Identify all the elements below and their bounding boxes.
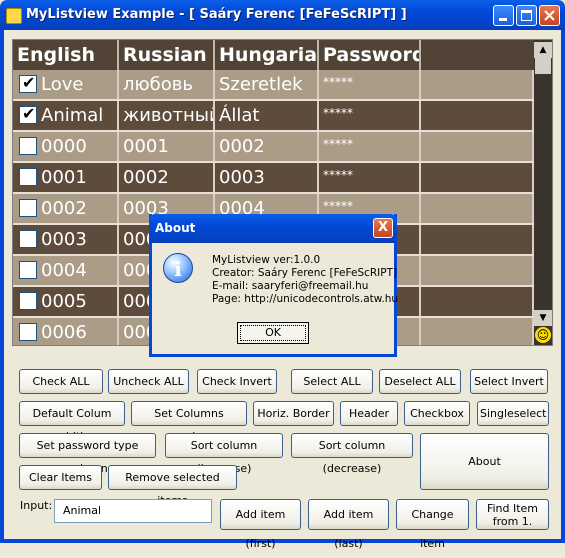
cell-russian: любовь	[119, 70, 215, 99]
app-icon	[6, 8, 22, 24]
deselect-all-button[interactable]: Deselect ALL	[379, 369, 461, 394]
window-titlebar[interactable]: MyListview Example - [ Saáry Ferenc [FeF…	[0, 0, 565, 30]
check-all-button[interactable]: Check ALL	[19, 369, 103, 394]
table-row[interactable]: 0000 0001 0002 *****	[13, 132, 534, 163]
clear-items-button[interactable]: Clear Items	[19, 465, 102, 490]
find-item-label-line2: from 1.	[492, 515, 533, 528]
about-page: Page: http://unicodecontrols.atw.hu	[212, 293, 399, 305]
about-dialog-titlebar[interactable]: About X	[149, 214, 397, 243]
sort-column-increase-button[interactable]: Sort column (increase)	[165, 433, 283, 475]
input-label: Input:	[20, 499, 53, 512]
cell-empty	[421, 163, 534, 192]
table-row[interactable]: Animal ✔ животный Állat *****	[13, 101, 534, 132]
cell-hungarian: Szeretlek	[215, 70, 319, 99]
column-header-hungarian[interactable]: Hungarian	[215, 40, 319, 70]
maximize-button[interactable]	[516, 5, 537, 26]
row-checkbox[interactable]	[19, 168, 37, 186]
singleselect-button[interactable]: Singleselect	[477, 401, 549, 426]
add-item-last-button[interactable]: Add item (last)	[308, 499, 389, 550]
column-header-password[interactable]: Password	[319, 40, 421, 70]
uncheck-all-button[interactable]: Uncheck ALL	[108, 369, 189, 394]
select-invert-button[interactable]: Select Invert	[470, 369, 548, 394]
remove-selected-items-button[interactable]: Remove selected items	[108, 465, 237, 507]
scroll-thumb[interactable]	[535, 58, 551, 74]
close-button[interactable]	[539, 5, 560, 26]
cell-russian: 0001	[119, 132, 215, 161]
row-checkbox[interactable]	[19, 323, 37, 341]
row-checkbox[interactable]: ✔	[19, 73, 37, 93]
row-checkbox[interactable]	[19, 292, 37, 310]
ok-button[interactable]: OK	[237, 322, 309, 344]
row-checkbox[interactable]	[19, 261, 37, 279]
checkmark-icon: ✔	[22, 104, 36, 123]
cell-empty	[421, 287, 534, 316]
cell-hungarian: 0002	[215, 132, 319, 161]
cell-empty	[421, 318, 534, 345]
column-header-russian[interactable]: Russian	[119, 40, 215, 70]
window-title: MyListview Example - [ Saáry Ferenc [FeF…	[26, 7, 407, 22]
row-checkbox[interactable]	[19, 137, 37, 155]
cell-empty	[421, 225, 534, 254]
focus-rect	[240, 325, 306, 341]
input-field[interactable]: Animal	[54, 499, 212, 523]
cell-hungarian: 0003	[215, 163, 319, 192]
about-button[interactable]: About	[420, 433, 549, 490]
set-password-type-column-button[interactable]: Set password type column	[19, 433, 156, 475]
select-all-button[interactable]: Select ALL	[291, 369, 373, 394]
cell-empty	[421, 256, 534, 285]
checkmark-icon: ✔	[22, 73, 36, 92]
cell-password: *****	[319, 70, 421, 99]
column-header-english[interactable]: English	[13, 40, 119, 70]
about-dialog-title: About	[155, 221, 196, 235]
info-icon: i	[163, 253, 193, 283]
close-icon	[544, 10, 555, 21]
cell-hungarian: Állat	[215, 101, 319, 130]
find-item-label-line1: Find Item	[486, 502, 539, 515]
horiz-border-button[interactable]: Horiz. Border	[253, 401, 334, 426]
scroll-down-button[interactable]: ▼	[534, 310, 552, 326]
add-item-first-button[interactable]: Add item (first)	[220, 499, 301, 550]
default-column-width-button[interactable]: Default Colum width	[19, 401, 125, 443]
cell-empty	[421, 132, 534, 161]
sort-column-decrease-button[interactable]: Sort column (decrease)	[291, 433, 413, 475]
set-columns-number-button[interactable]: Set Columns number	[131, 401, 247, 443]
minimize-button[interactable]	[493, 5, 514, 26]
row-checkbox[interactable]	[19, 199, 37, 217]
scroll-up-button[interactable]: ▲	[534, 42, 552, 58]
table-row[interactable]: 0001 0002 0003 *****	[13, 163, 534, 194]
cell-empty	[421, 101, 534, 130]
smiley-icon: ☺	[535, 327, 551, 343]
cell-password: *****	[319, 101, 421, 130]
listview-header: English Russian Hungarian Password	[13, 40, 534, 70]
cell-russian: 0002	[119, 163, 215, 192]
row-checkbox[interactable]: ✔	[19, 104, 37, 124]
vertical-scrollbar[interactable]: ▲ ▼ ☺	[534, 40, 552, 345]
cell-password: *****	[319, 163, 421, 192]
about-dialog-close-button[interactable]: X	[373, 218, 393, 238]
change-item-button[interactable]: Change item	[396, 499, 469, 550]
cell-empty	[421, 194, 534, 223]
cell-password: *****	[319, 132, 421, 161]
find-item-button[interactable]: Find Item from 1.	[476, 499, 549, 530]
row-checkbox[interactable]	[19, 230, 37, 248]
table-row[interactable]: Love ✔ любовь Szeretlek *****	[13, 70, 534, 101]
about-version: MyListview ver:1.0.0	[212, 254, 321, 266]
header-button[interactable]: Header	[340, 401, 398, 426]
minimize-icon	[499, 18, 507, 21]
cell-russian: животный	[119, 101, 215, 130]
maximize-icon	[521, 10, 532, 21]
cell-empty	[421, 70, 534, 99]
about-email: E-mail: saaryferi@freemail.hu	[212, 280, 369, 292]
about-creator: Creator: Saáry Ferenc [FeFeScRIPT]	[212, 267, 398, 279]
checkbox-button[interactable]: Checkbox	[404, 401, 470, 426]
check-invert-button[interactable]: Check Invert	[197, 369, 277, 394]
